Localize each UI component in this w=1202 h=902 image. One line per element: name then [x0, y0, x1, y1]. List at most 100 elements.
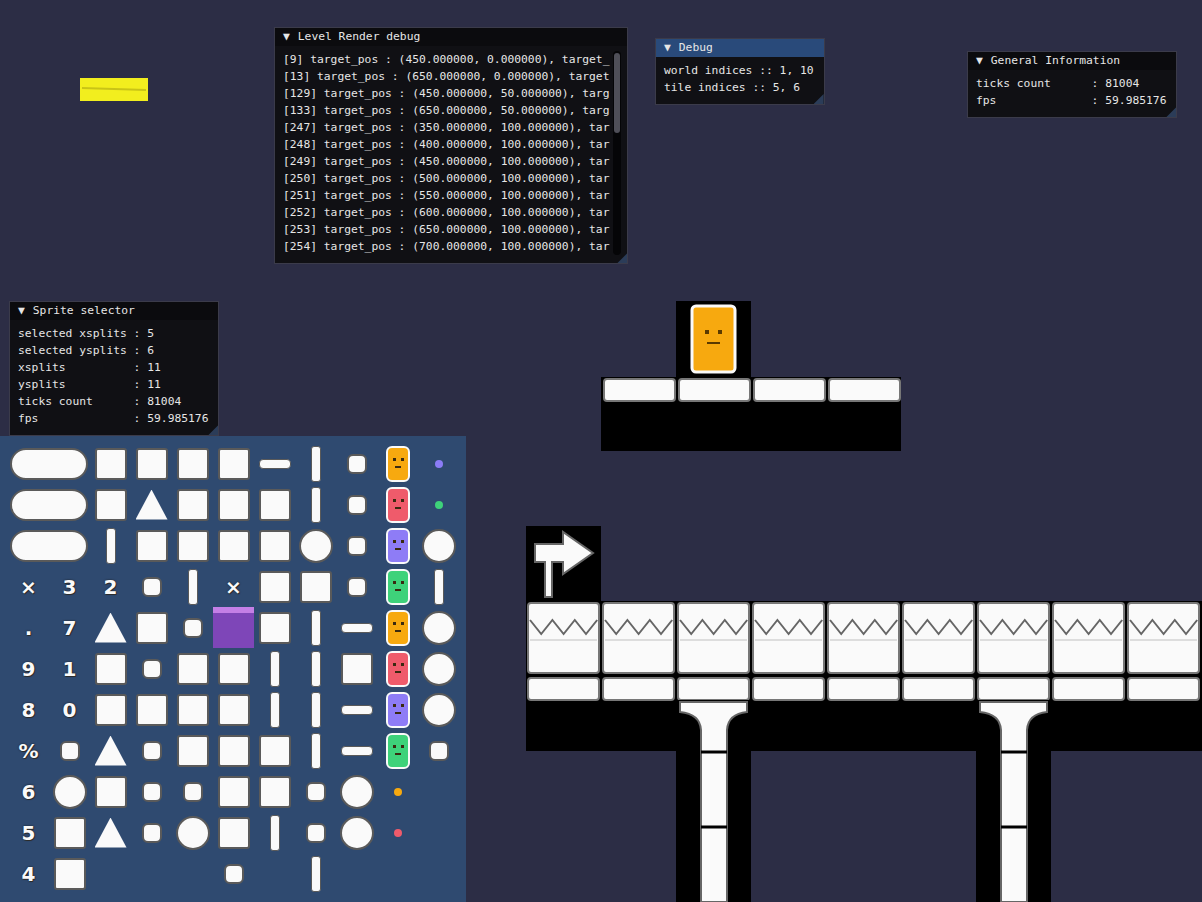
sprite-cell[interactable] [131, 607, 172, 648]
sprite-cell[interactable]: 7 [49, 607, 90, 648]
sprite-cell[interactable] [90, 812, 131, 853]
sprite-cell[interactable] [295, 771, 336, 812]
sprite-cell[interactable]: 0 [49, 689, 90, 730]
resize-grip-icon[interactable] [814, 94, 824, 104]
sprite-cell[interactable] [49, 853, 90, 894]
sprite-cell[interactable] [131, 771, 172, 812]
sprite-cell[interactable] [377, 730, 418, 771]
sprite-cell[interactable] [377, 443, 418, 484]
sprite-cell[interactable] [49, 730, 90, 771]
sprite-cell[interactable] [213, 648, 254, 689]
sprite-cell[interactable] [418, 812, 459, 853]
sprite-cell[interactable] [295, 648, 336, 689]
sprite-cell[interactable] [213, 443, 254, 484]
level-render-window[interactable]: ▼Level Render debug[9] target_pos : (450… [274, 27, 628, 264]
scrollbar[interactable] [613, 51, 621, 255]
sprite-cell[interactable] [254, 443, 295, 484]
sprite-cell[interactable]: 6 [8, 771, 49, 812]
sprite-cell[interactable] [131, 443, 172, 484]
sprite-cell[interactable] [336, 525, 377, 566]
collapse-toggle[interactable]: ▼ [18, 303, 25, 319]
sprite-cell[interactable] [295, 607, 336, 648]
sprite-cell[interactable] [131, 484, 172, 525]
sprite-cell[interactable] [418, 525, 459, 566]
sprite-cell[interactable] [172, 689, 213, 730]
sprite-cell[interactable] [172, 812, 213, 853]
sprite-cell[interactable] [90, 484, 131, 525]
sprite-cell[interactable] [172, 730, 213, 771]
sprite-cell[interactable] [295, 730, 336, 771]
resize-grip-icon[interactable] [208, 425, 218, 435]
sprite-cell[interactable] [336, 689, 377, 730]
sprite-cell[interactable] [377, 689, 418, 730]
sprite-cell[interactable] [213, 853, 254, 894]
scrollbar-thumb[interactable] [614, 53, 620, 133]
sprite-cell[interactable] [418, 607, 459, 648]
sprite-cell[interactable] [172, 443, 213, 484]
sprite-cell[interactable]: 9 [8, 648, 49, 689]
sprite-cell[interactable] [213, 484, 254, 525]
sprite-cell[interactable] [213, 812, 254, 853]
sprite-cell[interactable] [295, 566, 336, 607]
collapse-toggle[interactable]: ▼ [976, 53, 983, 69]
sprite-cell[interactable] [90, 443, 131, 484]
sprite-cell[interactable] [295, 812, 336, 853]
title-bar[interactable]: ▼Level Render debug [275, 28, 627, 46]
sprite-cell[interactable] [295, 525, 336, 566]
sprite-cell[interactable] [131, 566, 172, 607]
sprite-cell[interactable] [418, 771, 459, 812]
sprite-cell[interactable] [254, 566, 295, 607]
sprite-cell[interactable] [377, 771, 418, 812]
sprite-cell[interactable] [172, 853, 213, 894]
sprite-cell[interactable] [377, 648, 418, 689]
sprite-cell[interactable] [90, 689, 131, 730]
title-bar[interactable]: ▼Sprite selector [10, 302, 218, 320]
sprite-cell[interactable] [90, 771, 131, 812]
sprite-cell[interactable] [213, 525, 254, 566]
sprite-cell[interactable] [336, 443, 377, 484]
sprite-cell[interactable] [172, 771, 213, 812]
sprite-cell[interactable] [418, 566, 459, 607]
sprite-selector-window[interactable]: ▼Sprite selectorselected xsplits : 5sele… [9, 301, 219, 436]
sprite-cell[interactable] [131, 525, 172, 566]
sprite-cell[interactable] [172, 484, 213, 525]
sprite-cell[interactable] [295, 484, 336, 525]
sprite-cell[interactable] [90, 648, 131, 689]
sprite-cell[interactable] [377, 525, 418, 566]
title-bar[interactable]: ▼General Information [968, 52, 1176, 70]
sprite-cell[interactable] [295, 853, 336, 894]
sprite-cell[interactable] [172, 648, 213, 689]
sprite-cell[interactable]: . [8, 607, 49, 648]
collapse-toggle[interactable]: ▼ [664, 40, 671, 56]
sprite-cell[interactable] [8, 443, 49, 484]
debug-window[interactable]: ▼Debugworld indices :: 1, 10tile indices… [655, 38, 825, 105]
sprite-cell[interactable] [8, 525, 49, 566]
sprite-cell[interactable] [131, 812, 172, 853]
sprite-cell[interactable] [131, 853, 172, 894]
sprite-cell[interactable] [90, 607, 131, 648]
collapse-toggle[interactable]: ▼ [283, 29, 290, 45]
sprite-cell[interactable] [254, 525, 295, 566]
sprite-cell[interactable] [377, 853, 418, 894]
sprite-cell[interactable] [377, 607, 418, 648]
sprite-cell[interactable]: 2 [90, 566, 131, 607]
sprite-cell[interactable] [336, 730, 377, 771]
resize-grip-icon[interactable] [617, 253, 627, 263]
sprite-cell[interactable]: 4 [8, 853, 49, 894]
sprite-cell[interactable] [90, 730, 131, 771]
sprite-cell[interactable] [418, 443, 459, 484]
sprite-cell[interactable] [295, 689, 336, 730]
sprite-cell[interactable] [131, 648, 172, 689]
sprite-cell[interactable] [254, 730, 295, 771]
sprite-cell[interactable] [418, 648, 459, 689]
sprite-cell[interactable] [90, 853, 131, 894]
sprite-cell[interactable] [172, 566, 213, 607]
sprite-cell[interactable]: 1 [49, 648, 90, 689]
sprite-cell[interactable] [213, 689, 254, 730]
sprite-cell[interactable] [131, 689, 172, 730]
sprite-cell[interactable] [418, 484, 459, 525]
sprite-cell[interactable] [49, 812, 90, 853]
sprite-cell[interactable] [336, 853, 377, 894]
sprite-cell[interactable] [172, 607, 213, 648]
sprite-cell[interactable] [254, 648, 295, 689]
